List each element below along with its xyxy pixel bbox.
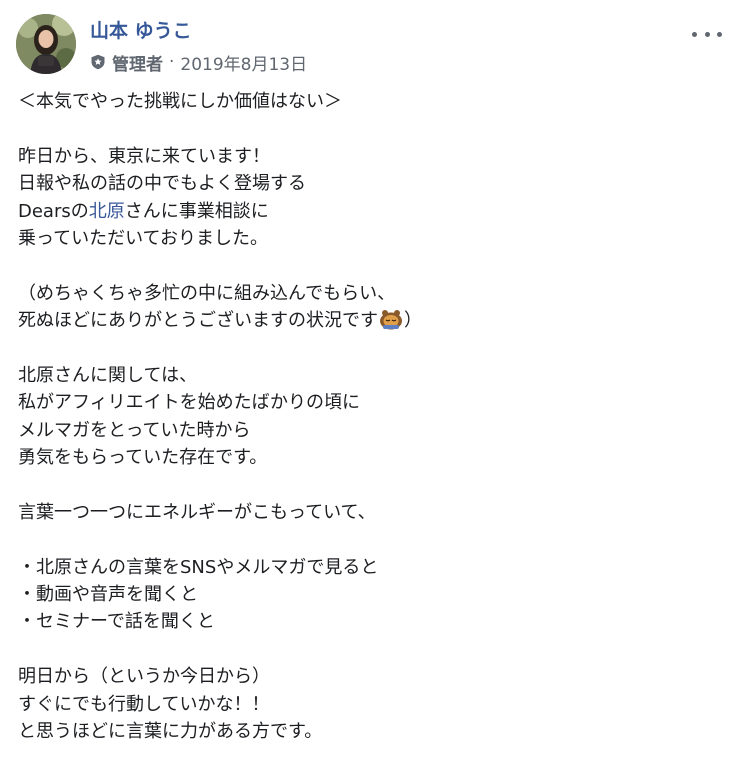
- post-text-line: 言葉一つ一つにエネルギーがこもっていて、: [18, 501, 376, 523]
- post-text-line: メルマガをとっていた時から: [18, 419, 251, 441]
- post-text-line: [18, 252, 718, 279]
- more-horizontal-icon: [692, 31, 697, 37]
- meta-separator: ·: [169, 52, 175, 72]
- post-text-line: ・セミナーで話を聞くと: [18, 611, 215, 633]
- more-horizontal-icon: [704, 31, 710, 37]
- more-options-button[interactable]: [692, 24, 722, 44]
- lion-bowing-emoji: [379, 308, 403, 330]
- post: 山本 ゆうこ 管理者 · 2019年8月13日 ＜本気でやった挑戦にしか価値はな…: [0, 0, 738, 772]
- post-text-line: ・北原さんの言葉をSNSやメルマガで見ると: [18, 556, 379, 578]
- post-text-line: と思うほどに言葉に力がある方です。: [18, 720, 323, 742]
- text-segment: 死ぬほどにありがとうございますの状況です: [18, 310, 378, 332]
- post-text-line: [18, 471, 718, 498]
- post-text-line: 日報や私の話の中でもよく登場する: [18, 173, 306, 195]
- post-text-line: [18, 526, 718, 553]
- post-text-line: 明日から（というか今日から）: [18, 666, 270, 688]
- text-segment: さんに事業相談に: [124, 200, 269, 222]
- post-text-line: 乗っていただいておりました。: [18, 227, 269, 249]
- post-text-line: ＜本気でやった挑戦にしか価値はない＞: [18, 91, 342, 112]
- post-text-line: 私がアフィリエイトを始めたばかりの頃に: [18, 392, 360, 414]
- mentioned-person-link[interactable]: 北原: [89, 201, 125, 222]
- more-horizontal-icon: [717, 31, 722, 37]
- text-segment: ）: [404, 310, 422, 332]
- post-text-line: すぐにでも行動していかな！！: [18, 693, 270, 715]
- post-meta: 管理者 · 2019年8月13日: [90, 50, 307, 75]
- post-text-line: ・動画や音声を聞くと: [18, 584, 198, 606]
- post-text-line: [18, 335, 718, 362]
- post-text-line: Dearsの北原さんに事業相談に: [18, 198, 718, 225]
- shield-star-icon: [90, 54, 106, 70]
- post-header: 山本 ゆうこ 管理者 · 2019年8月13日: [16, 14, 722, 76]
- post-text-line: （めちゃくちゃ多忙の中に組み込んでもらい、: [18, 282, 396, 304]
- text-segment: Dearsの: [18, 200, 89, 222]
- member-role-badge[interactable]: 管理者: [112, 50, 163, 75]
- post-text-line: 死ぬほどにありがとうございますの状況です ）: [18, 307, 718, 334]
- author-avatar[interactable]: [16, 14, 76, 74]
- post-text-line: 昨日から、東京に来ています！: [18, 145, 270, 167]
- author-name[interactable]: 山本 ゆうこ: [90, 18, 192, 44]
- post-timestamp[interactable]: 2019年8月13日: [180, 50, 307, 75]
- post-text-line: 勇気をもらっていた存在です。: [18, 447, 268, 469]
- post-text-line: [18, 115, 718, 142]
- post-text-line: 北原さんに関しては、: [18, 364, 198, 386]
- post-text-line: [18, 636, 718, 663]
- post-body: ＜本気でやった挑戦にしか価値はない＞ 昨日から、東京に来ています！ 日報や私の話の中…: [18, 88, 718, 745]
